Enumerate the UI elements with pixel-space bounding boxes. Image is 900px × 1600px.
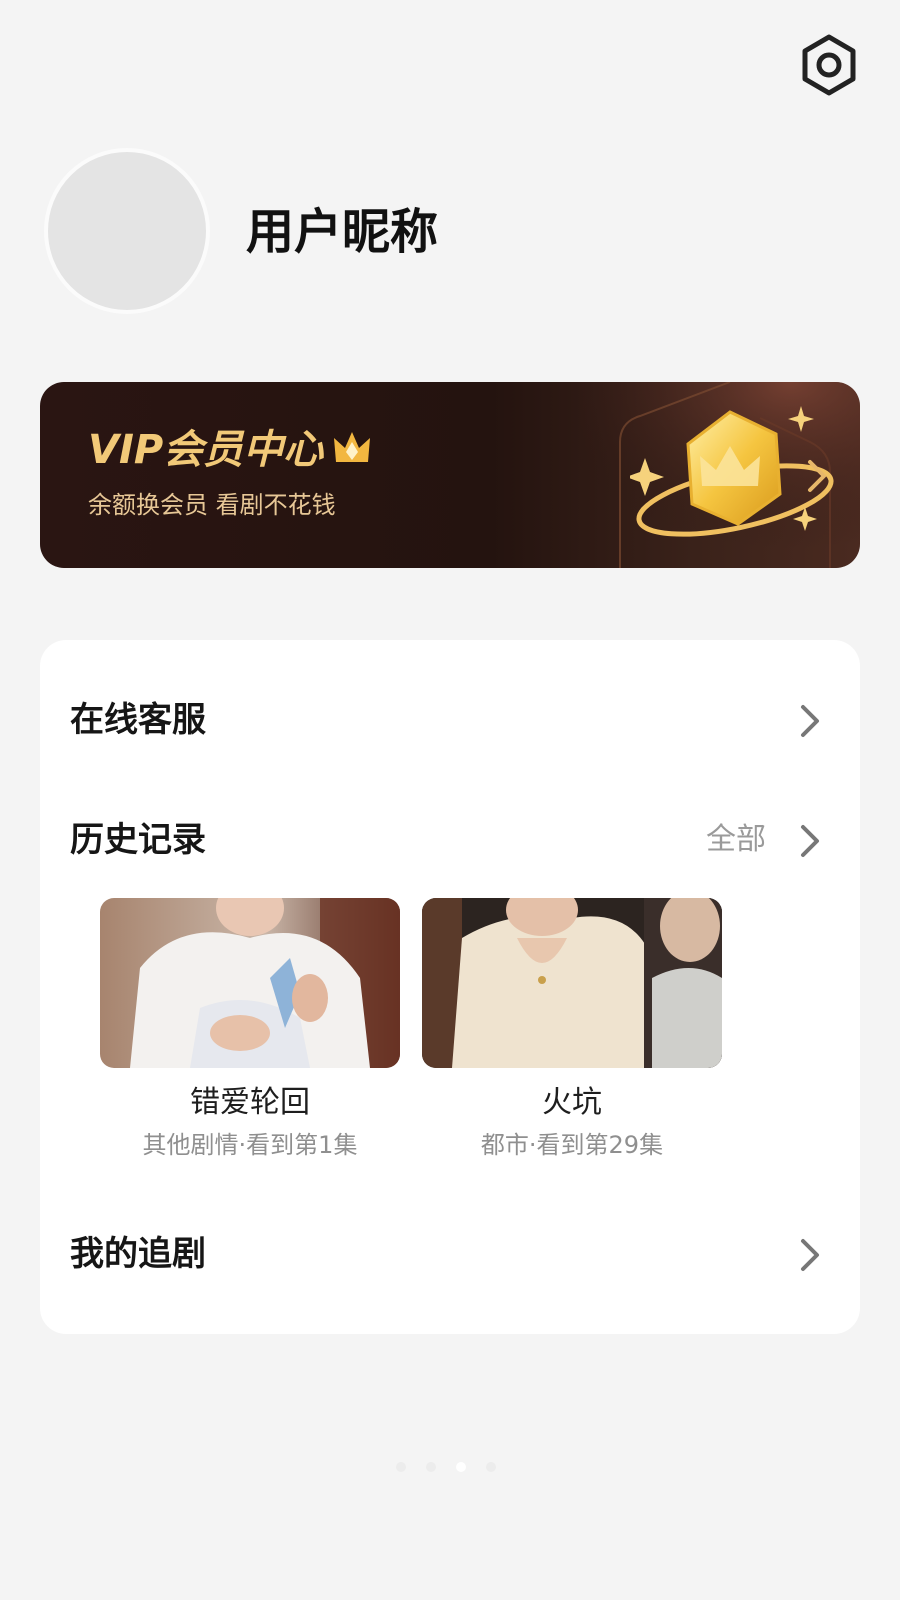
customer-service-label[interactable]: 在线客服	[70, 696, 206, 744]
vip-center-banner[interactable]: VIP会员中心 余额换会员 看剧不花钱	[40, 382, 860, 568]
history-item[interactable]: 错爱轮回 其他剧情·看到第1集	[100, 898, 400, 1162]
drama-progress: 其他剧情·看到第1集	[142, 1131, 358, 1159]
drama-title: 错爱轮回	[190, 1085, 310, 1120]
drama-thumbnail	[422, 898, 722, 1068]
settings-button[interactable]	[798, 32, 860, 98]
page-dot	[486, 1462, 496, 1472]
drama-thumbnail	[100, 898, 400, 1068]
my-follows-label[interactable]: 我的追剧	[70, 1230, 206, 1278]
history-label: 历史记录	[70, 820, 206, 860]
hexagon-settings-icon	[802, 34, 856, 96]
user-nickname[interactable]: 用户昵称	[246, 200, 438, 264]
page-dot-active	[456, 1462, 466, 1472]
chevron-right-icon[interactable]	[800, 824, 820, 858]
drama-title: 火坑	[542, 1085, 602, 1120]
avatar[interactable]	[44, 148, 210, 314]
chevron-right-icon[interactable]	[806, 458, 828, 494]
page-dot	[396, 1462, 406, 1472]
vip-title: VIP会员中心	[88, 427, 324, 473]
chevron-right-icon[interactable]	[800, 704, 820, 738]
menu-card: 在线客服 历史记录 全部 错爱轮回 其他剧情·看到第1集 火坑 都市·看到第29…	[40, 640, 860, 1334]
chevron-right-icon[interactable]	[800, 1238, 820, 1272]
crown-icon	[334, 432, 370, 462]
page-indicator	[396, 1460, 506, 1474]
history-all-link[interactable]: 全部	[706, 818, 766, 862]
page-dot	[426, 1462, 436, 1472]
vip-subtitle: 余额换会员 看剧不花钱	[88, 491, 336, 519]
history-item[interactable]: 火坑 都市·看到第29集	[422, 898, 722, 1162]
drama-progress: 都市·看到第29集	[480, 1131, 664, 1159]
